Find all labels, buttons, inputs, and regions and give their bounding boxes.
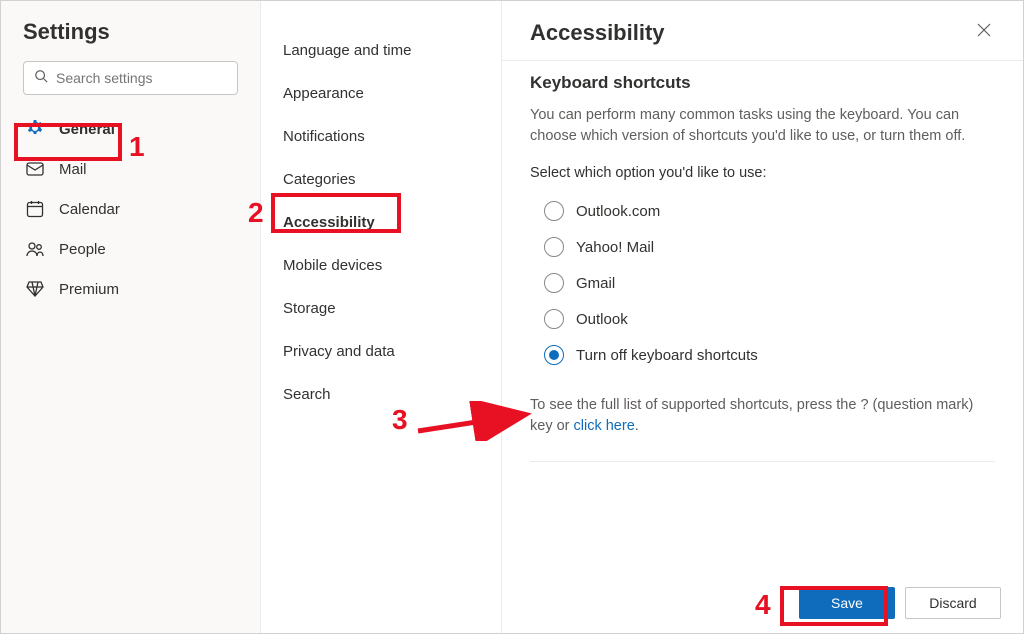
save-button[interactable]: Save (799, 587, 895, 619)
sub-appearance[interactable]: Appearance (261, 72, 501, 115)
radio-icon (544, 237, 564, 257)
radio-label: Outlook (576, 311, 628, 328)
radio-icon (544, 201, 564, 221)
sub-notifications[interactable]: Notifications (261, 115, 501, 158)
sub-sidebar: Language and time Appearance Notificatio… (261, 1, 501, 633)
panel-title: Accessibility (530, 20, 665, 46)
radio-group: Outlook.com Yahoo! Mail Gmail Outlook Tu… (530, 193, 995, 373)
nav-general[interactable]: General (1, 109, 260, 149)
radio-icon (544, 345, 564, 365)
nav-calendar[interactable]: Calendar (1, 189, 260, 229)
nav-label: General (59, 121, 115, 138)
diamond-icon (25, 279, 45, 299)
nav-label: Mail (59, 161, 87, 178)
sub-privacy-data[interactable]: Privacy and data (261, 330, 501, 373)
close-icon (977, 24, 991, 41)
footnote: To see the full list of supported shortc… (530, 395, 995, 437)
nav-label: Calendar (59, 201, 120, 218)
gear-icon (25, 119, 45, 139)
radio-outlook-com[interactable]: Outlook.com (544, 193, 995, 229)
sub-mobile-devices[interactable]: Mobile devices (261, 244, 501, 287)
radio-label: Outlook.com (576, 203, 660, 220)
discard-button[interactable]: Discard (905, 587, 1001, 619)
nav-mail[interactable]: Mail (1, 149, 260, 189)
search-box[interactable] (23, 61, 238, 95)
section-heading: Keyboard shortcuts (530, 73, 995, 93)
search-input[interactable] (56, 70, 237, 86)
footnote-text-end: . (635, 418, 639, 434)
divider (530, 461, 995, 462)
sub-search[interactable]: Search (261, 373, 501, 416)
radio-label: Yahoo! Mail (576, 239, 654, 256)
sub-accessibility[interactable]: Accessibility (261, 201, 501, 244)
mail-icon (25, 159, 45, 179)
radio-gmail[interactable]: Gmail (544, 265, 995, 301)
primary-sidebar: Settings General Mail C (1, 1, 261, 633)
nav-people[interactable]: People (1, 229, 260, 269)
close-button[interactable] (973, 19, 995, 46)
sub-language-time[interactable]: Language and time (261, 29, 501, 72)
radio-icon (544, 309, 564, 329)
click-here-link[interactable]: click here (574, 418, 635, 434)
radio-label: Gmail (576, 275, 615, 292)
radio-outlook[interactable]: Outlook (544, 301, 995, 337)
radio-label: Turn off keyboard shortcuts (576, 347, 758, 364)
nav-premium[interactable]: Premium (1, 269, 260, 309)
radio-icon (544, 273, 564, 293)
radio-yahoo-mail[interactable]: Yahoo! Mail (544, 229, 995, 265)
radio-turn-off[interactable]: Turn off keyboard shortcuts (544, 337, 995, 373)
settings-title: Settings (1, 19, 260, 61)
search-icon (34, 69, 48, 87)
nav-label: People (59, 241, 106, 258)
people-icon (25, 239, 45, 259)
select-label: Select which option you'd like to use: (530, 165, 995, 181)
nav-label: Premium (59, 281, 119, 298)
sub-storage[interactable]: Storage (261, 287, 501, 330)
section-description: You can perform many common tasks using … (530, 105, 995, 147)
content-panel: Accessibility Keyboard shortcuts You can… (501, 1, 1023, 633)
sub-categories[interactable]: Categories (261, 158, 501, 201)
calendar-icon (25, 199, 45, 219)
